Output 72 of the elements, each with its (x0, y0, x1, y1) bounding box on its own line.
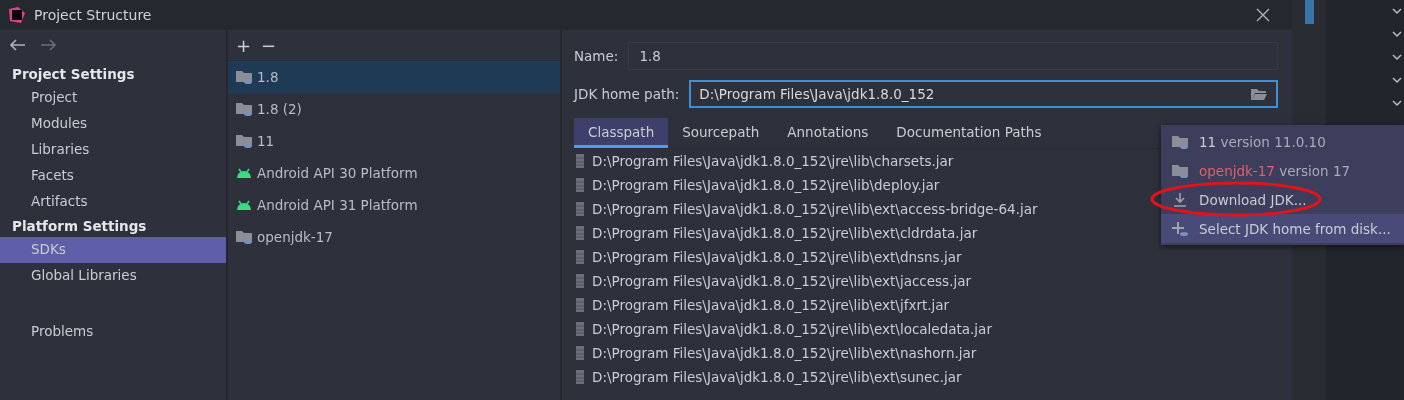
tab[interactable]: Annotations (773, 118, 883, 148)
jar-icon (574, 273, 586, 289)
sidebar-item[interactable]: Global Libraries (0, 263, 226, 289)
sidebar-item[interactable]: Modules (0, 111, 226, 137)
close-icon[interactable] (1256, 8, 1270, 22)
android-icon (235, 198, 253, 212)
window-title: Project Structure (34, 7, 152, 23)
classpath-entry: D:\Program Files\Java\jdk1.8.0_152\jre\lib\ext\jaccess.jar (592, 273, 971, 289)
classpath-entry: D:\Program Files\Java\jdk1.8.0_152\jre\lib\deploy.jar (592, 177, 940, 193)
classpath-entry: D:\Program Files\Java\jdk1.8.0_152\jre\lib\ext\sunec.jar (592, 369, 962, 385)
chevron-icon (1392, 8, 1402, 15)
chevron-icon (1392, 100, 1402, 107)
popup-menu-item[interactable]: openjdk-17 version 17 (1161, 156, 1404, 185)
jdk-path-field[interactable]: D:\Program Files\Java\jdk1.8.0_152 (689, 80, 1278, 108)
jar-icon (574, 201, 586, 217)
section-heading: Project Settings (11, 65, 136, 84)
jdk-folder-icon (235, 101, 253, 117)
section-heading: Platform Settings (11, 217, 148, 236)
sdk-list-item[interactable]: openjdk-17 (228, 221, 560, 253)
scroll-marker (1304, 0, 1314, 24)
android-icon (235, 166, 253, 180)
tab[interactable]: Sourcepath (668, 118, 774, 148)
popup-menu-item[interactable]: Download JDK... (1161, 185, 1404, 214)
sidebar-item[interactable]: Project (0, 85, 226, 111)
sidebar-item[interactable]: Artifacts (0, 189, 226, 215)
jdk-folder-icon (1171, 133, 1189, 150)
chevron-icon (1392, 31, 1402, 38)
sdk-list-item[interactable]: 11 (228, 125, 560, 157)
download-icon (1171, 191, 1189, 208)
sdk-list-item[interactable]: 1.8 (2) (228, 93, 560, 125)
remove-button[interactable]: − (261, 34, 277, 56)
name-label: Name: (574, 48, 619, 64)
sidebar-item[interactable]: Libraries (0, 137, 226, 163)
classpath-entry: D:\Program Files\Java\jdk1.8.0_152\jre\lib\ext\nashorn.jar (592, 345, 977, 361)
app-logo-icon (8, 6, 26, 24)
folder-icon[interactable] (1250, 87, 1268, 101)
sidebar-item[interactable]: Problems (0, 319, 226, 345)
sdk-list-item[interactable]: Android API 31 Platform (228, 189, 560, 221)
jar-icon (574, 153, 586, 169)
jdk-folder-icon (235, 133, 253, 149)
classpath-entry: D:\Program Files\Java\jdk1.8.0_152\jre\lib\charsets.jar (592, 153, 954, 169)
popup-menu-item[interactable]: 11 version 11.0.10 (1161, 127, 1404, 156)
jdk-folder-icon (1171, 162, 1189, 179)
jar-icon (574, 249, 586, 265)
tab[interactable]: Classpath (574, 118, 669, 148)
classpath-entry: D:\Program Files\Java\jdk1.8.0_152\jre\lib\ext\jfxrt.jar (592, 297, 950, 313)
jar-icon (574, 345, 586, 361)
jar-icon (574, 369, 586, 385)
sidebar-item[interactable]: SDKs (0, 237, 226, 263)
add-folder-icon (1171, 220, 1189, 237)
jar-icon (574, 297, 586, 313)
sdk-list-item[interactable]: 1.8 (228, 61, 560, 93)
classpath-entry: D:\Program Files\Java\jdk1.8.0_152\jre\lib\ext\cldrdata.jar (592, 225, 978, 241)
jar-icon (574, 225, 586, 241)
classpath-entry: D:\Program Files\Java\jdk1.8.0_152\jre\lib\ext\access-bridge-64.jar (592, 201, 1038, 217)
tab[interactable]: Documentation Paths (882, 118, 1056, 148)
sidebar-item[interactable]: Facets (0, 163, 226, 189)
jar-icon (574, 321, 586, 337)
back-arrow-icon[interactable] (10, 39, 26, 51)
chevron-icon (1392, 54, 1402, 61)
jar-icon (574, 177, 586, 193)
jdk-folder-icon (235, 229, 253, 245)
popup-menu-item[interactable]: Select JDK home from disk... (1161, 214, 1404, 243)
jdk-path-label: JDK home path: (574, 86, 680, 102)
add-button[interactable]: + (236, 34, 252, 56)
classpath-entry: D:\Program Files\Java\jdk1.8.0_152\jre\lib\ext\localedata.jar (592, 321, 992, 337)
sdk-list-item[interactable]: Android API 30 Platform (228, 157, 560, 189)
name-field[interactable]: 1.8 (628, 42, 1278, 70)
chevron-icon (1392, 77, 1402, 84)
classpath-entry: D:\Program Files\Java\jdk1.8.0_152\jre\lib\ext\dnsns.jar (592, 249, 962, 265)
jdk-folder-icon (235, 69, 253, 85)
forward-arrow-icon[interactable] (40, 39, 56, 51)
